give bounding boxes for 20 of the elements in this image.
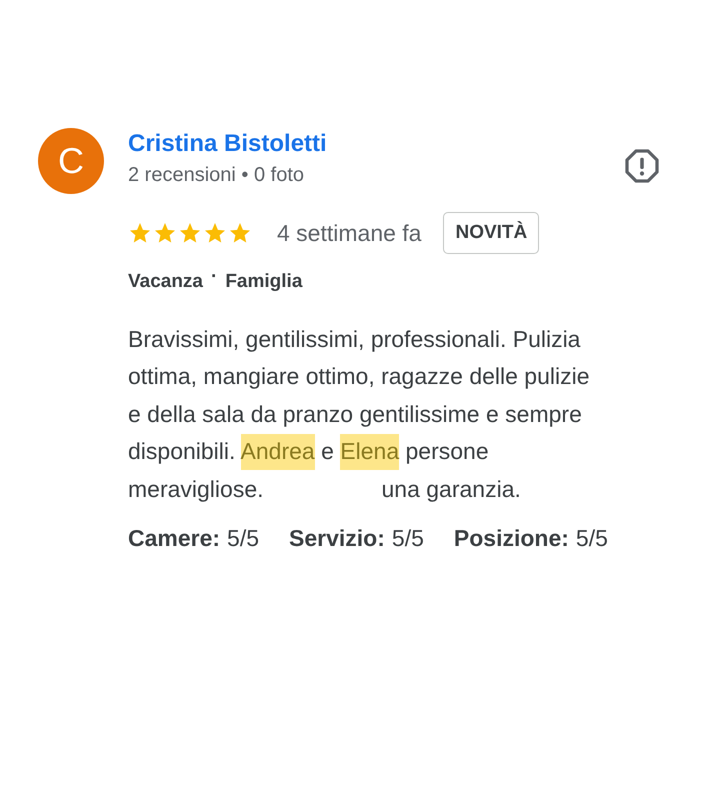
tag-separator: · — [211, 265, 218, 289]
star-icon — [178, 221, 202, 245]
star-icon — [153, 221, 177, 245]
author-meta: 2 recensioni • 0 foto — [128, 163, 305, 188]
author-name[interactable]: Cristina Bistoletti — [128, 128, 327, 160]
rating-label: Camere: — [128, 524, 220, 553]
trip-tag: Vacanza — [128, 268, 203, 296]
rating-value: 5/5 — [227, 524, 260, 553]
star-icon — [203, 221, 227, 245]
star-icon — [128, 221, 152, 245]
trip-tag: Famiglia — [225, 268, 302, 296]
rating-value: 5/5 — [392, 524, 424, 553]
avatar[interactable]: C — [38, 128, 104, 194]
new-badge: NOVITÀ — [443, 212, 540, 254]
rating-label: Servizio: — [289, 524, 385, 553]
rating-label: Posizione: — [454, 524, 569, 553]
review-time: 4 settimane fa — [277, 218, 422, 248]
report-icon[interactable] — [624, 148, 660, 184]
star-icon — [228, 221, 252, 245]
rating-value: 5/5 — [576, 524, 608, 553]
